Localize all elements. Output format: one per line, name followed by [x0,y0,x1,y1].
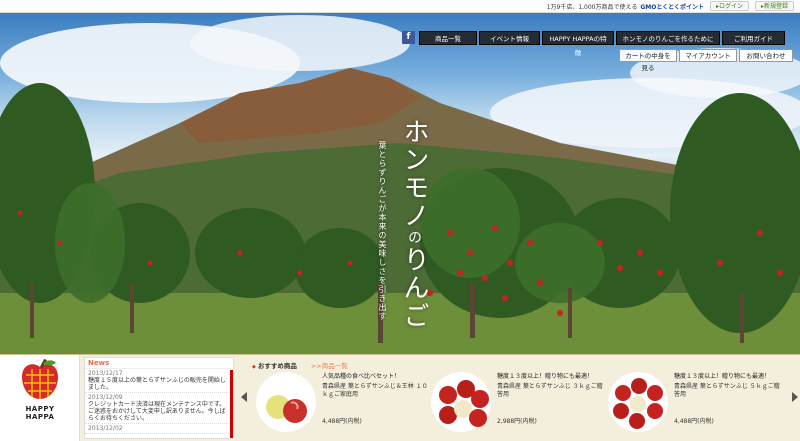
news-date: 2013/12/02 [88,425,123,432]
bottom-panel: HAPPY HAPPA News 2013/12/17 糖度１５度以上の葉とらず… [0,354,800,441]
hero-slideshow: f 商品一覧 イベント情報 HAPPY HAPPAの特徴 ホンモノのりんごを作る… [0,13,800,354]
news-scrollbar[interactable] [230,370,233,438]
nav-item-events[interactable]: イベント情報 [479,31,540,45]
apple-logo-icon [22,359,58,399]
gmo-promo[interactable]: 1万9千店、1,000万商品で使える GMOとくとくポイント [547,2,704,11]
logo-line-2: HAPPA [25,413,55,421]
gmo-point-logo: GMOとくとくポイント [640,3,704,11]
happy-happa-logo[interactable]: HAPPY HAPPA [0,355,80,441]
news-panel: News 2013/12/17 糖度１５度以上の葉とらずサンふじの販売を開始しま… [84,357,234,439]
product-card[interactable]: 糖度１３度以上！贈り物にも最適！ 青森県産 葉とらずサンふじ ３ｋｇご贈答用 2… [430,369,605,439]
news-item[interactable]: 2013/12/17 糖度１５度以上の葉とらずサンふじの販売を開始しました。 [85,369,233,393]
nav-item-features[interactable]: HAPPY HAPPAの特徴 [542,31,614,57]
news-date: 2013/12/17 [88,370,123,377]
product-desc: 青森県産 葉とらずサンふじ ５ｋｇご贈答用 [674,383,780,398]
product-price: 4,488円(内税) [322,418,362,425]
hero-headline: ホンモノのりんご [396,118,433,330]
news-item[interactable]: 2013/12/09 クレジットカード決済は現在メンテナンス中です。ご迷惑をおか… [85,393,233,424]
my-account-link[interactable]: マイアカウント [679,49,737,62]
nav-item-real-apple[interactable]: ホンモノのりんごを作るために [616,31,720,45]
logo-text: HAPPY HAPPA [18,405,62,421]
news-item[interactable]: 2013/12/02 [85,424,233,434]
register-button[interactable]: ▸新規登録 [754,1,794,11]
product-desc: 青森県産 葉とらずサンふじ＆王林 １０ｋｇご家庭用 [322,383,428,398]
hero-subcopy: 葉とらずりんごが本来の美味しさを引き出す [378,141,387,321]
nav-item-guide[interactable]: ご利用ガイド [722,31,785,45]
view-cart-link[interactable]: カートの中身を見る [619,49,677,72]
news-text: 糖度１５度以上の葉とらずサンふじの販売を開始しました。 [88,377,226,391]
contact-link[interactable]: お問い合わせ [739,49,793,62]
product-card[interactable]: 人気品種の食べ比べセット！ 青森県産 葉とらずサンふじ＆王林 １０ｋｇご家庭用 … [255,369,430,439]
product-head: 人気品種の食べ比べセット！ [322,373,401,380]
product-desc: 青森県産 葉とらずサンふじ ３ｋｇご贈答用 [497,383,603,398]
news-text: クレジットカード決済は現在メンテナンス中です。ご迷惑をおかけして大変申し訳ありま… [88,401,226,422]
main-navigation: f 商品一覧 イベント情報 HAPPY HAPPAの特徴 ホンモノのりんごを作る… [402,31,785,57]
product-price: 4,488円(内税) [674,418,714,425]
nav-item-products[interactable]: 商品一覧 [419,31,477,45]
carousel-prev-arrow-icon[interactable] [241,392,247,402]
login-button[interactable]: ▸ログイン [709,1,749,11]
sub-navigation: カートの中身を見る マイアカウント お問い合わせ [619,49,793,72]
news-date: 2013/12/09 [88,394,123,401]
product-card[interactable]: 糖度１３度以上！贈り物にも最適！ 青森県産 葉とらずサンふじ ５ｋｇご贈答用 4… [607,369,787,439]
news-title: News [85,358,233,369]
product-image [608,372,668,432]
product-head: 糖度１３度以上！贈り物にも最適！ [497,373,594,380]
product-head: 糖度１３度以上！贈り物にも最適！ [674,373,771,380]
product-image [256,372,316,432]
product-price: 2,988円(内税) [497,418,537,425]
product-image [431,372,491,432]
top-utility-bar: 1万9千店、1,000万商品で使える GMOとくとくポイント ▸ログイン ▸新規… [0,0,800,13]
headline-part-b: の [406,230,422,246]
promo-text: 1万9千店、1,000万商品で使える [546,3,638,11]
logo-line-1: HAPPY [25,405,55,413]
headline-part-c: りんご [399,246,429,330]
facebook-icon[interactable]: f [402,31,415,44]
carousel-next-arrow-icon[interactable] [792,392,798,402]
headline-part-a: ホンモノ [399,118,429,230]
